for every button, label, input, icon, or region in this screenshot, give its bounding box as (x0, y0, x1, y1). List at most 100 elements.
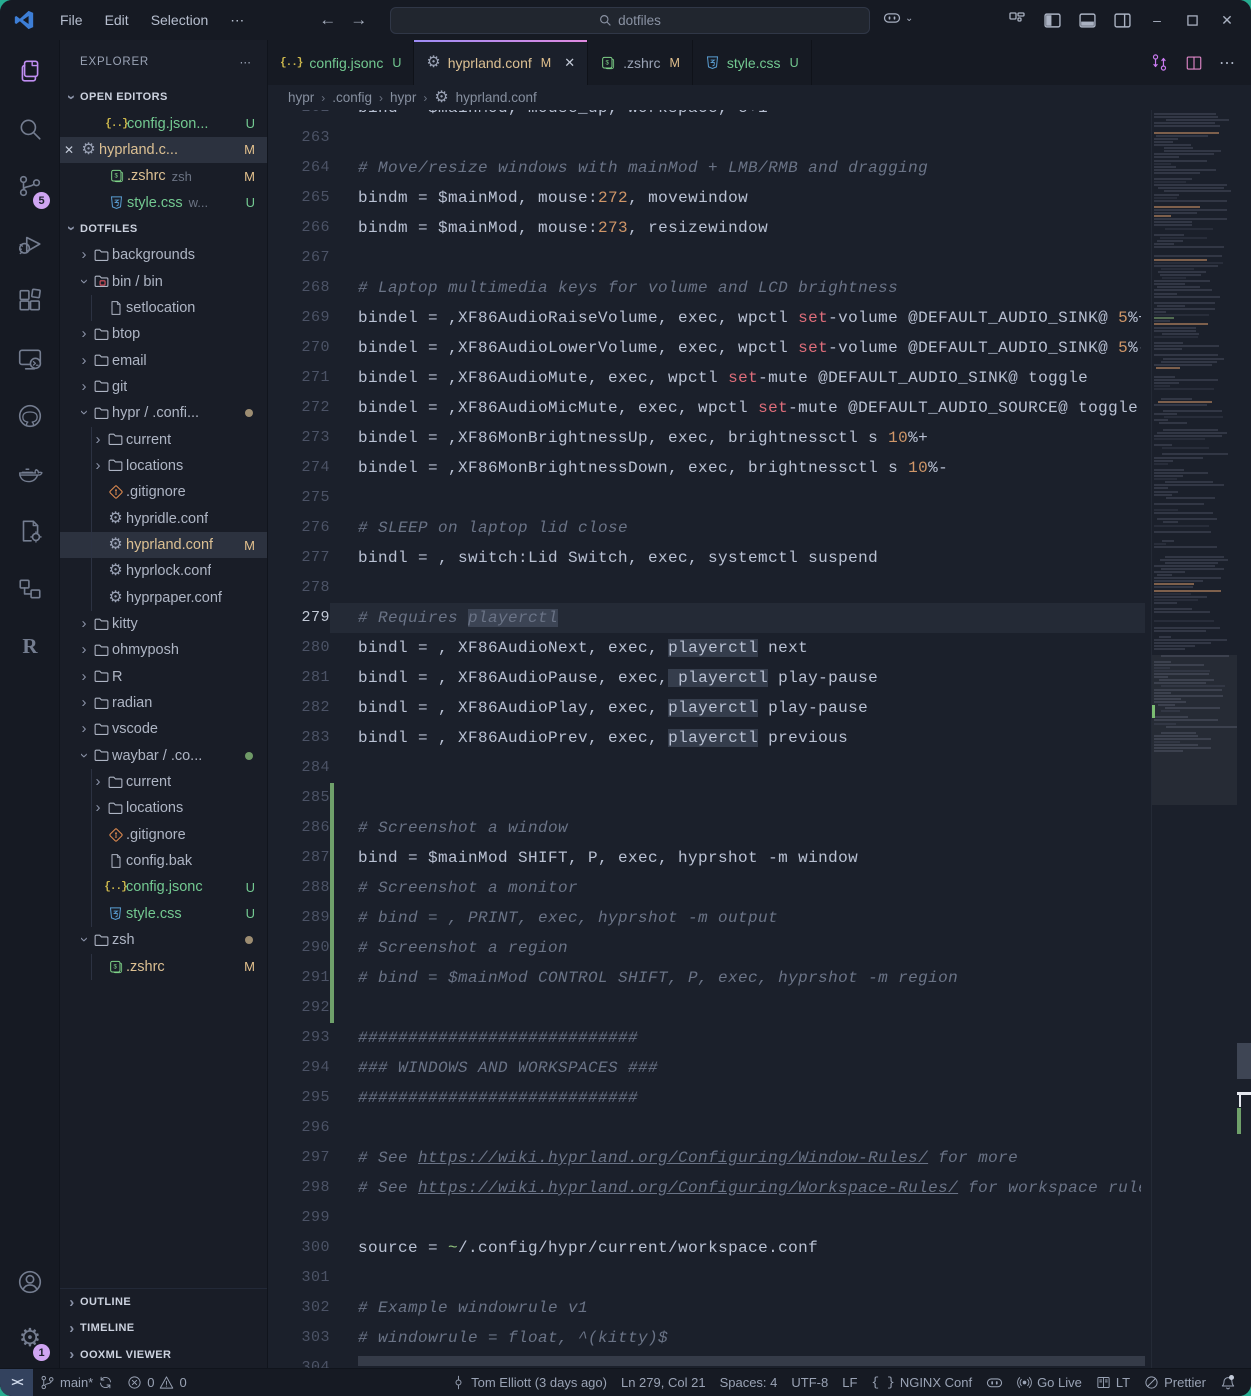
open-editors-header[interactable]: › OPEN EDITORS (60, 84, 267, 110)
section-outline[interactable]: ›OUTLINE (60, 1289, 267, 1315)
tree-item-R[interactable]: ›R (60, 664, 267, 690)
notifications[interactable] (1213, 1372, 1243, 1394)
go-live[interactable]: Go Live (1010, 1372, 1089, 1394)
tab-hyprlandconf[interactable]: ⚙hyprland.confM✕ (414, 40, 588, 85)
command-center-search[interactable]: dotfiles (390, 7, 870, 34)
encoding[interactable]: UTF-8 (784, 1372, 835, 1394)
prettier[interactable]: Prettier (1137, 1372, 1213, 1394)
minimap-line (1154, 320, 1170, 322)
tree-item-binbin[interactable]: ›bin / bin (60, 268, 267, 294)
activity-bar: 5 R ⚙1 (0, 40, 60, 1368)
open-editor-zshrc[interactable]: $.zshrczshM (60, 163, 267, 189)
copilot-status[interactable] (979, 1372, 1010, 1394)
tab-configjsonc[interactable]: {..}config.jsoncU (268, 40, 414, 85)
remote-indicator[interactable]: >< (0, 1369, 33, 1396)
git-blame[interactable]: Tom Elliott (3 days ago) (444, 1372, 614, 1394)
indentation[interactable]: Spaces: 4 (713, 1372, 785, 1394)
tree-item-vscode[interactable]: ›vscode (60, 716, 267, 742)
copilot-button[interactable]: ⌄ (882, 8, 913, 28)
breadcrumb-part[interactable]: hypr (288, 90, 314, 105)
minimap-line (1161, 268, 1194, 270)
close-icon[interactable]: ✕ (564, 55, 575, 71)
activity-files-icon[interactable] (0, 46, 60, 96)
tab-zshrc[interactable]: $.zshrcM (588, 40, 693, 85)
tree-item-backgrounds[interactable]: ›backgrounds (60, 242, 267, 268)
git-branch-status[interactable]: main* (33, 1372, 120, 1394)
tree-item-zsh[interactable]: ›zsh (60, 927, 267, 953)
tree-item-waybarco[interactable]: ›waybar / .co... (60, 743, 267, 769)
open-editor-configjson[interactable]: {..}config.json...U (60, 110, 267, 136)
minimap-line (1154, 494, 1172, 496)
tree-item-label: ohmyposh (112, 642, 179, 658)
open-editor-stylecss[interactable]: style.cssw...U (60, 189, 267, 215)
forward-arrow-icon[interactable]: → (350, 10, 367, 30)
activity-debug-icon[interactable] (0, 219, 60, 269)
code-line-269: 269bindel = ,XF86AudioRaiseVolume, exec,… (268, 303, 1251, 333)
tree-item-btop[interactable]: ›btop (60, 321, 267, 347)
activity-account-icon[interactable] (0, 1257, 60, 1307)
minimap-line (1152, 528, 1237, 530)
tree-item-radian[interactable]: ›radian (60, 690, 267, 716)
tree-item-email[interactable]: ›email (60, 347, 267, 373)
activity-scm-icon[interactable]: 5 (0, 161, 60, 211)
activity-extensions-icon[interactable] (0, 276, 60, 326)
workspace-header[interactable]: › DOTFILES (60, 216, 267, 242)
tree-item-hyprconfi[interactable]: ›hypr / .confi... (60, 400, 267, 426)
tree-item-kitty[interactable]: ›kitty (60, 611, 267, 637)
split-editor-icon[interactable] (1185, 54, 1203, 72)
cursor-position[interactable]: Ln 279, Col 21 (614, 1372, 713, 1394)
vscode-window: FileEditSelection⋯ ← → dotfiles ⌄ – ✕ 5R… (0, 0, 1251, 1396)
section-timeline[interactable]: ›TIMELINE (60, 1315, 267, 1341)
maximize-button[interactable] (1178, 6, 1206, 34)
minimap-line (1154, 234, 1184, 236)
breadcrumb-file[interactable]: hyprland.conf (456, 90, 537, 105)
language-mode[interactable]: { }NGINX Conf (864, 1372, 979, 1394)
menu-file[interactable]: File (49, 7, 94, 33)
activity-docker-icon[interactable] (0, 449, 60, 499)
minimap-line (1154, 327, 1196, 329)
open-editor-hyprlandc[interactable]: ✕⚙hyprland.c...M (60, 137, 267, 163)
section-ooxmlviewer[interactable]: ›OOXML VIEWER (60, 1342, 267, 1368)
toggle-sidebar-icon[interactable] (1038, 6, 1066, 34)
sidebar-more-actions[interactable]: ⋯ (240, 55, 254, 69)
open-changes-icon[interactable] (1150, 53, 1169, 72)
more-actions-icon[interactable]: ⋯ (1219, 53, 1237, 73)
git-added-gutter (330, 783, 334, 813)
toggle-panel-icon[interactable] (1073, 6, 1101, 34)
close-button[interactable]: ✕ (1213, 6, 1241, 34)
horizontal-scrollbar[interactable] (358, 1356, 1145, 1366)
customize-layout-icon[interactable] (1003, 6, 1031, 34)
minimap-line (1154, 648, 1185, 650)
activity-remote-icon[interactable] (0, 334, 60, 384)
activity-settings-icon[interactable]: ⚙1 (0, 1313, 60, 1363)
minimap-line (1154, 308, 1215, 310)
eol[interactable]: LF (835, 1372, 864, 1394)
tree-item-ohmyposh[interactable]: ›ohmyposh (60, 637, 267, 663)
tab-stylecss[interactable]: style.cssU (693, 40, 812, 85)
languagetool[interactable]: LT (1089, 1372, 1137, 1394)
activity-rlang-icon[interactable]: R (0, 621, 60, 671)
activity-github-icon[interactable] (0, 391, 60, 441)
activity-runner-icon[interactable] (0, 506, 60, 556)
minimap-line (1154, 460, 1173, 462)
minimap-line (1154, 311, 1166, 313)
close-icon[interactable]: ✕ (64, 143, 74, 157)
activity-project-icon[interactable] (0, 564, 60, 614)
toggle-secondary-sidebar-icon[interactable] (1108, 6, 1136, 34)
minimap-line (1154, 491, 1178, 493)
minimize-button[interactable]: – (1143, 6, 1171, 34)
menu-selection[interactable]: Selection (140, 7, 220, 33)
breadcrumb[interactable]: hypr›.config›hypr›⚙hyprland.conf (268, 85, 1251, 110)
tree-item-git[interactable]: ›git (60, 374, 267, 400)
code-editor[interactable]: 262bind = $mainMod, mouse_up, workspace,… (268, 110, 1251, 1368)
minimap-slider[interactable] (1152, 655, 1237, 805)
activity-search-icon[interactable] (0, 104, 60, 154)
breadcrumb-part[interactable]: hypr (390, 90, 416, 105)
line-number: 271 (268, 363, 330, 393)
scrollbar-thumb[interactable] (1237, 1043, 1251, 1079)
back-arrow-icon[interactable]: ← (319, 10, 336, 30)
breadcrumb-part[interactable]: .config (332, 90, 372, 105)
menu-edit[interactable]: Edit (94, 7, 140, 33)
problems-status[interactable]: 00 (120, 1372, 193, 1394)
menu-[interactable]: ⋯ (219, 7, 255, 33)
